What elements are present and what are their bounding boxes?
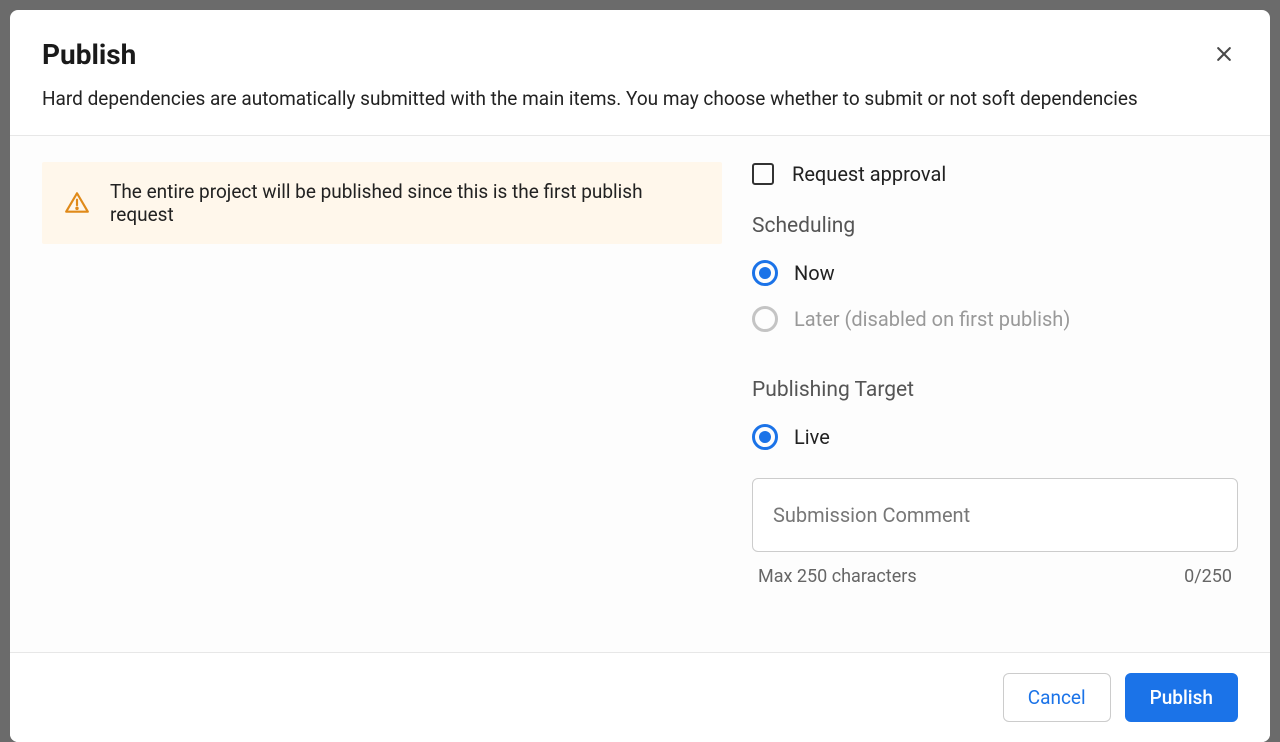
radio-selected-icon	[752, 260, 778, 286]
comment-hint: Max 250 characters	[758, 566, 917, 587]
left-panel: The entire project will be published sin…	[10, 136, 752, 652]
scheduling-later-radio: Later (disabled on first publish)	[752, 306, 1238, 332]
request-approval-checkbox[interactable]: Request approval	[752, 162, 1238, 186]
radio-selected-icon	[752, 424, 778, 450]
modal-header: Publish Hard dependencies are automatica…	[10, 10, 1270, 136]
radio-unselected-icon	[752, 306, 778, 332]
cancel-button[interactable]: Cancel	[1003, 673, 1111, 722]
checkbox-icon	[752, 163, 774, 185]
scheduling-heading: Scheduling	[752, 214, 1238, 238]
target-live-radio[interactable]: Live	[752, 424, 1238, 450]
modal-footer: Cancel Publish	[10, 652, 1270, 742]
scheduling-now-radio[interactable]: Now	[752, 260, 1238, 286]
publish-modal: Publish Hard dependencies are automatica…	[10, 10, 1270, 742]
comment-counter: 0/250	[1184, 566, 1232, 587]
modal-body: The entire project will be published sin…	[10, 136, 1270, 652]
comment-meta: Max 250 characters 0/250	[752, 566, 1238, 587]
target-heading: Publishing Target	[752, 378, 1238, 402]
first-publish-alert: The entire project will be published sin…	[42, 162, 722, 244]
close-icon	[1214, 44, 1234, 64]
scheduling-later-label: Later (disabled on first publish)	[794, 307, 1070, 331]
scheduling-now-label: Now	[794, 261, 835, 285]
target-live-label: Live	[794, 425, 830, 449]
modal-title: Publish	[42, 38, 1238, 71]
submission-comment-input[interactable]	[752, 478, 1238, 552]
warning-icon	[64, 190, 90, 216]
right-panel: Request approval Scheduling Now Later (d…	[752, 136, 1270, 652]
alert-text: The entire project will be published sin…	[110, 180, 700, 226]
request-approval-label: Request approval	[792, 162, 946, 186]
close-button[interactable]	[1208, 38, 1240, 70]
publish-button[interactable]: Publish	[1125, 673, 1238, 722]
modal-subtitle: Hard dependencies are automatically subm…	[42, 85, 1238, 113]
